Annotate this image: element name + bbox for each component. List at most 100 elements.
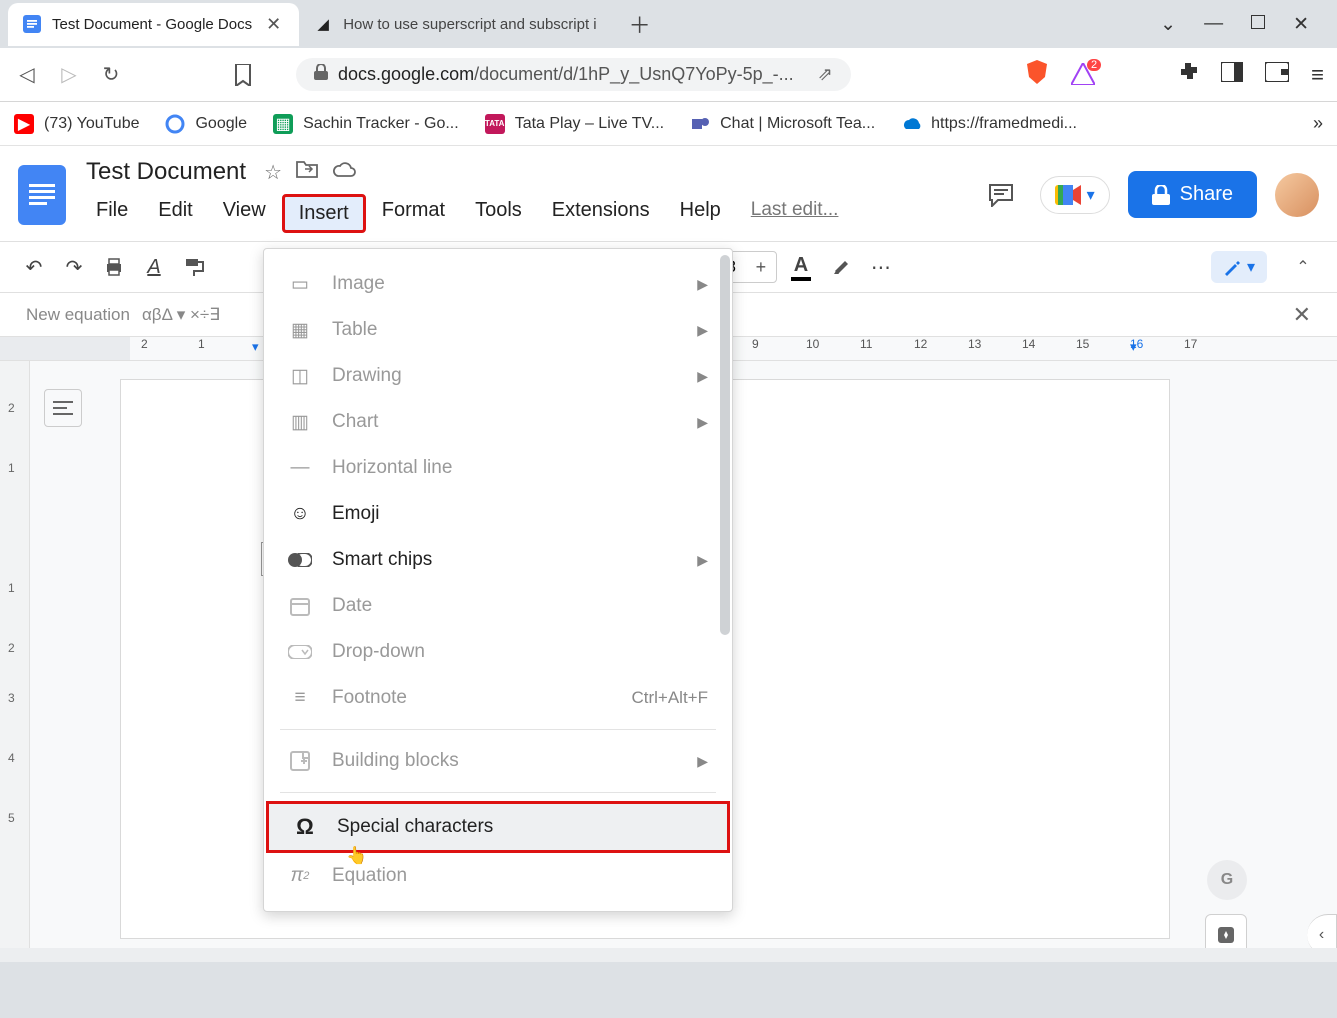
- menu-format[interactable]: Format: [368, 194, 459, 233]
- close-icon[interactable]: ✕: [262, 14, 285, 35]
- spellcheck-button[interactable]: A: [138, 251, 170, 283]
- menu-item-horizontal-line[interactable]: —Horizontal line: [264, 445, 732, 491]
- google-icon: [165, 114, 185, 134]
- forward-button[interactable]: ▷: [56, 62, 82, 88]
- undo-button[interactable]: ↶: [18, 251, 50, 283]
- menu-item-table[interactable]: ▦Table▶: [264, 307, 732, 353]
- redo-button[interactable]: ↷: [58, 251, 90, 283]
- menu-item-building-blocks[interactable]: Building blocks▶: [264, 738, 732, 784]
- document-title[interactable]: Test Document: [82, 156, 250, 188]
- pencil-icon: [1223, 258, 1241, 276]
- menu-insert[interactable]: Insert: [282, 194, 366, 233]
- font-size-increase[interactable]: +: [746, 252, 776, 282]
- star-icon[interactable]: ☆: [264, 160, 282, 185]
- horizontal-scrollbar[interactable]: [0, 948, 1337, 962]
- bookmark-item[interactable]: Google: [165, 114, 247, 134]
- chevron-right-icon: ▶: [697, 552, 708, 569]
- editing-mode-button[interactable]: ▾: [1211, 251, 1267, 283]
- move-icon[interactable]: [296, 160, 318, 184]
- menu-item-date[interactable]: Date: [264, 583, 732, 629]
- close-icon[interactable]: ✕: [1293, 302, 1311, 328]
- document-outline-button[interactable]: [44, 389, 82, 427]
- bookmark-icon[interactable]: [230, 62, 256, 88]
- url-input[interactable]: docs.google.com/document/d/1hP_y_UsnQ7Yo…: [296, 58, 851, 91]
- minimize-button[interactable]: —: [1204, 13, 1223, 36]
- more-toolbar-icon[interactable]: ⋯: [865, 251, 897, 283]
- equation-symbols[interactable]: αβΔ ▾ ×÷∃: [142, 305, 220, 325]
- menu-item-image[interactable]: ▭Image▶: [264, 261, 732, 307]
- reload-button[interactable]: ↻: [98, 62, 124, 88]
- grammarly-icon[interactable]: G: [1207, 860, 1247, 900]
- menu-item-smart-chips[interactable]: Smart chips▶: [264, 537, 732, 583]
- drawing-icon: ◫: [288, 364, 312, 388]
- meet-button[interactable]: ▾: [1040, 176, 1110, 214]
- bookmark-item[interactable]: TATATata Play – Live TV...: [485, 114, 664, 134]
- bookmark-item[interactable]: Chat | Microsoft Tea...: [690, 114, 875, 134]
- wallet-icon[interactable]: [1265, 62, 1289, 87]
- menu-item-drawing[interactable]: ◫Drawing▶: [264, 353, 732, 399]
- browser-tab-active[interactable]: Test Document - Google Docs ✕: [8, 3, 299, 46]
- docs-logo[interactable]: [18, 165, 66, 225]
- collapse-toolbar-icon[interactable]: ⌃: [1287, 251, 1319, 283]
- indent-marker-icon[interactable]: ▾: [252, 339, 259, 355]
- share-button[interactable]: Share: [1128, 171, 1257, 218]
- sheets-icon: ▦: [273, 114, 293, 134]
- sidepanel-icon[interactable]: [1221, 62, 1243, 87]
- print-button[interactable]: [98, 251, 130, 283]
- lock-icon: [1152, 185, 1170, 205]
- menu-extensions[interactable]: Extensions: [538, 194, 664, 233]
- blocks-icon: [288, 749, 312, 773]
- extensions-icon[interactable]: [1177, 61, 1199, 88]
- menu-file[interactable]: File: [82, 194, 142, 233]
- brave-shield-icon[interactable]: [1025, 59, 1049, 90]
- highlight-color-button[interactable]: [825, 251, 857, 283]
- menu-tools[interactable]: Tools: [461, 194, 536, 233]
- menu-item-equation[interactable]: π2Equation: [264, 853, 732, 899]
- bookmark-item[interactable]: ▦Sachin Tracker - Go...: [273, 114, 459, 134]
- tab-strip: Test Document - Google Docs ✕ ◢ How to u…: [0, 0, 1337, 48]
- share-url-icon[interactable]: ⇗: [818, 64, 833, 85]
- account-avatar[interactable]: [1275, 173, 1319, 217]
- brave-rewards-icon[interactable]: 2: [1071, 63, 1095, 87]
- chevron-down-icon[interactable]: ⌄: [1160, 13, 1176, 36]
- chevron-down-icon: ▾: [1247, 257, 1255, 277]
- new-equation-button[interactable]: New equation: [26, 305, 130, 325]
- separator: [280, 792, 716, 793]
- table-icon: ▦: [288, 318, 312, 342]
- image-icon: ▭: [288, 272, 312, 296]
- scrollbar[interactable]: [720, 255, 730, 635]
- menu-edit[interactable]: Edit: [144, 194, 206, 233]
- bookmark-item[interactable]: ▶(73) YouTube: [14, 114, 139, 134]
- chip-icon: [288, 548, 312, 572]
- menu-item-emoji[interactable]: ☺Emoji: [264, 491, 732, 537]
- teams-icon: [690, 114, 710, 134]
- browser-menu-icon[interactable]: ≡: [1311, 62, 1323, 88]
- separator: [280, 729, 716, 730]
- menu-item-special-characters[interactable]: ΩSpecial characters: [269, 804, 727, 850]
- new-tab-button[interactable]: ＋: [611, 8, 669, 40]
- bookmark-item[interactable]: https://framedmedi...: [901, 114, 1077, 134]
- paint-format-button[interactable]: [178, 251, 210, 283]
- line-icon: —: [288, 456, 312, 480]
- url-domain: docs.google.com: [338, 64, 474, 84]
- maximize-button[interactable]: [1251, 13, 1265, 36]
- menu-view[interactable]: View: [209, 194, 280, 233]
- comment-history-icon[interactable]: [980, 174, 1022, 216]
- menu-item-dropdown[interactable]: Drop-down: [264, 629, 732, 675]
- chevron-right-icon: ▶: [697, 753, 708, 770]
- calendar-icon: [288, 594, 312, 618]
- close-window-button[interactable]: ✕: [1293, 13, 1309, 36]
- last-edit-link[interactable]: Last edit...: [751, 194, 839, 233]
- menu-item-footnote[interactable]: ≡FootnoteCtrl+Alt+F: [264, 675, 732, 721]
- text-color-button[interactable]: A: [785, 251, 817, 283]
- browser-tab[interactable]: ◢ How to use superscript and subscript i: [299, 3, 610, 46]
- vertical-ruler[interactable]: 2 1 1 2 3 4 5: [0, 361, 30, 961]
- menu-item-chart[interactable]: ▥Chart▶: [264, 399, 732, 445]
- back-button[interactable]: ◁: [14, 62, 40, 88]
- docs-favicon: [22, 14, 42, 34]
- bookmark-overflow-icon[interactable]: »: [1313, 113, 1323, 134]
- cloud-status-icon[interactable]: [332, 161, 356, 184]
- address-bar: ◁ ▷ ↻ docs.google.com/document/d/1hP_y_U…: [0, 48, 1337, 102]
- menu-help[interactable]: Help: [666, 194, 735, 233]
- indent-marker-icon[interactable]: ▾: [1130, 339, 1137, 355]
